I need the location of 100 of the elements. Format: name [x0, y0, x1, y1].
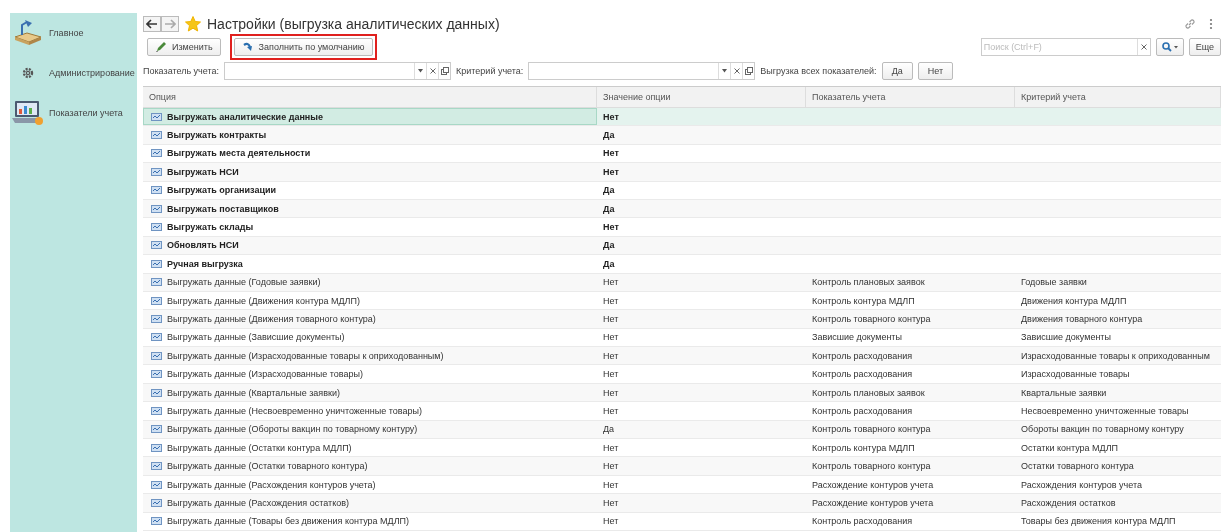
table-cell: Расхождение контуров учета	[812, 479, 934, 490]
table-row[interactable]: Выгружать склады Нет	[143, 218, 1221, 237]
open-window-icon[interactable]	[440, 67, 449, 75]
sidebar-item[interactable]: Администрирование	[10, 53, 137, 93]
table-row[interactable]: Выгружать аналитические данные Нет	[143, 108, 1221, 127]
option-icon	[151, 480, 162, 489]
curved-arrow-icon	[241, 41, 254, 53]
table-cell: Да	[603, 240, 615, 251]
table-cell: Израсходованные товары к оприходованным	[1021, 350, 1210, 361]
option-icon	[151, 259, 162, 268]
sidebar-item[interactable]: Главное	[10, 13, 137, 53]
table-cell: Контроль товарного контура	[812, 424, 931, 435]
option-icon	[151, 517, 162, 526]
table-cell: Выгружать данные (Израсходованные товары к оприходованным)	[167, 350, 444, 361]
more-button[interactable]: Еще	[1188, 38, 1221, 56]
table-row[interactable]: Выгружать НСИ Нет	[143, 163, 1221, 182]
table-cell: Выгружать места деятельности	[167, 148, 311, 159]
option-icon	[151, 167, 162, 176]
favorite-star-icon[interactable]	[185, 16, 201, 32]
table-cell: Нет	[603, 369, 619, 380]
table-cell: Нет	[603, 479, 619, 490]
table-cell: Выгружать склады	[167, 222, 254, 233]
table-row[interactable]: Выгружать организации Да	[143, 181, 1221, 200]
table-row[interactable]: Выгружать данные (Расхождения остатков) Нет Расхождение контуров учета Расхождения остатков	[143, 494, 1221, 513]
table-cell: Да	[603, 424, 615, 435]
table-cell: Контроль расходования	[812, 516, 913, 527]
table-row[interactable]: Выгружать контракты Да	[143, 126, 1221, 145]
table-cell: Да	[603, 258, 615, 269]
yes-button[interactable]: Да	[881, 62, 913, 80]
sidebar-item[interactable]: Показатели учета	[10, 93, 137, 133]
table-cell: Контроль расходования	[812, 350, 913, 361]
option-icon	[151, 462, 162, 471]
table-cell: Движения товарного контура	[1021, 314, 1143, 324]
table-cell: Выгружать аналитические данные	[167, 111, 323, 122]
table-cell: Выгружать данные (Расхождения контуров учета)	[167, 479, 376, 490]
desk-lamp-icon	[12, 19, 44, 47]
table-cell: Нет	[603, 387, 619, 398]
table-cell: Да	[603, 185, 615, 196]
table-cell: Нет	[603, 461, 619, 472]
table-cell: Остатки контура МДЛП	[1021, 442, 1119, 453]
table-row[interactable]: Выгружать данные (Израсходованные товары) Нет Контроль расходования Израсходованные товары	[143, 365, 1221, 384]
more-options-icon[interactable]	[1209, 18, 1213, 30]
criterion-field[interactable]	[528, 62, 756, 80]
table-cell: Выгружать данные (Израсходованные товары)	[167, 369, 363, 380]
table-cell: Зависшие документы	[1021, 332, 1111, 343]
table-cell: Обновлять НСИ	[167, 240, 239, 251]
column-header[interactable]: Показатель учета	[806, 87, 1015, 107]
option-icon	[151, 315, 162, 323]
option-icon	[151, 333, 162, 342]
table-cell: Да	[603, 130, 615, 141]
option-icon	[151, 278, 162, 287]
table-cell: Контроль товарного контура	[812, 314, 931, 324]
fill-default-button[interactable]: Заполнить по умолчанию	[233, 38, 373, 56]
clear-icon[interactable]	[733, 68, 740, 74]
table-cell: Контроль плановых заявок	[812, 387, 925, 398]
clear-icon[interactable]	[1140, 44, 1147, 50]
table-row[interactable]: Выгружать данные (Израсходованные товары к оприходованным) Нет Контроль расходования Израсходованные товары к оприходованным	[143, 347, 1221, 366]
dropdown-icon[interactable]	[722, 69, 728, 73]
option-icon	[151, 425, 162, 434]
table-cell: Несвоевременно уничтоженные товары	[1021, 405, 1189, 416]
table-cell: Расхождения остатков	[1021, 497, 1116, 508]
edit-button[interactable]: Изменить	[147, 38, 221, 56]
open-window-icon[interactable]	[744, 67, 753, 75]
search-button[interactable]	[1155, 38, 1184, 56]
table-cell: Контроль товарного контура	[812, 461, 931, 472]
export-all-label: Выгрузка всех показателей:	[760, 66, 877, 76]
table-cell: Выгружать данные (Несвоевременно уничтоженные товары)	[167, 405, 422, 416]
settings-icon	[22, 67, 34, 79]
table-row[interactable]: Ручная выгрузка Да	[143, 255, 1221, 274]
table-cell: Годовые заявки	[1021, 277, 1087, 288]
table-row[interactable]: Выгружать данные (Движения товарного контура) Нет Контроль товарного контура Движения товарного контура	[143, 310, 1221, 329]
clear-icon[interactable]	[429, 68, 436, 74]
table-row[interactable]: Выгружать данные (Товары без движения контура МДЛП) Нет Контроль расходования Товары без движения контура МДЛП	[143, 512, 1221, 531]
table-cell: Нет	[603, 332, 619, 343]
table-cell: Израсходованные товары	[1021, 369, 1130, 380]
option-icon	[151, 204, 162, 213]
table-cell: Обороты вакцин по товарному контуру	[1021, 424, 1184, 435]
dropdown-icon[interactable]	[418, 69, 424, 73]
column-header[interactable]: Опция	[143, 87, 597, 107]
option-icon	[151, 443, 162, 452]
pencil-icon	[155, 41, 167, 53]
back-button[interactable]	[143, 16, 161, 32]
table-cell: Выгружать поставщиков	[167, 203, 279, 214]
column-header[interactable]: Значение опции	[597, 87, 806, 107]
table-cell: Квартальные заявки	[1021, 387, 1107, 398]
no-button[interactable]: Нет	[917, 62, 954, 80]
table-row[interactable]: Выгружать данные (Несвоевременно уничтоженные товары) Нет Контроль расходования Несвоевременно уничтоженные товары	[143, 402, 1221, 421]
table-cell: Нет	[603, 277, 619, 288]
table-cell: Выгружать данные (Зависшие документы)	[167, 332, 345, 343]
option-icon	[151, 112, 162, 121]
column-header[interactable]: Критерий учета	[1015, 87, 1221, 107]
table-cell: Товары без движения контура МДЛП	[1021, 516, 1176, 527]
table-cell: Нет	[603, 516, 619, 527]
table-row[interactable]: Выгружать данные (Остатки товарного контура) Нет Контроль товарного контура Остатки товарного контура	[143, 457, 1221, 476]
table-cell: Выгружать данные (Движения товарного контура)	[167, 314, 376, 324]
indicator-field[interactable]	[224, 62, 452, 80]
table-cell: Выгружать данные (Товары без движения контура МДЛП)	[167, 516, 410, 527]
table-cell: Контроль контура МДЛП	[812, 442, 915, 453]
table-cell: Нет	[603, 442, 619, 453]
option-icon	[151, 241, 162, 250]
